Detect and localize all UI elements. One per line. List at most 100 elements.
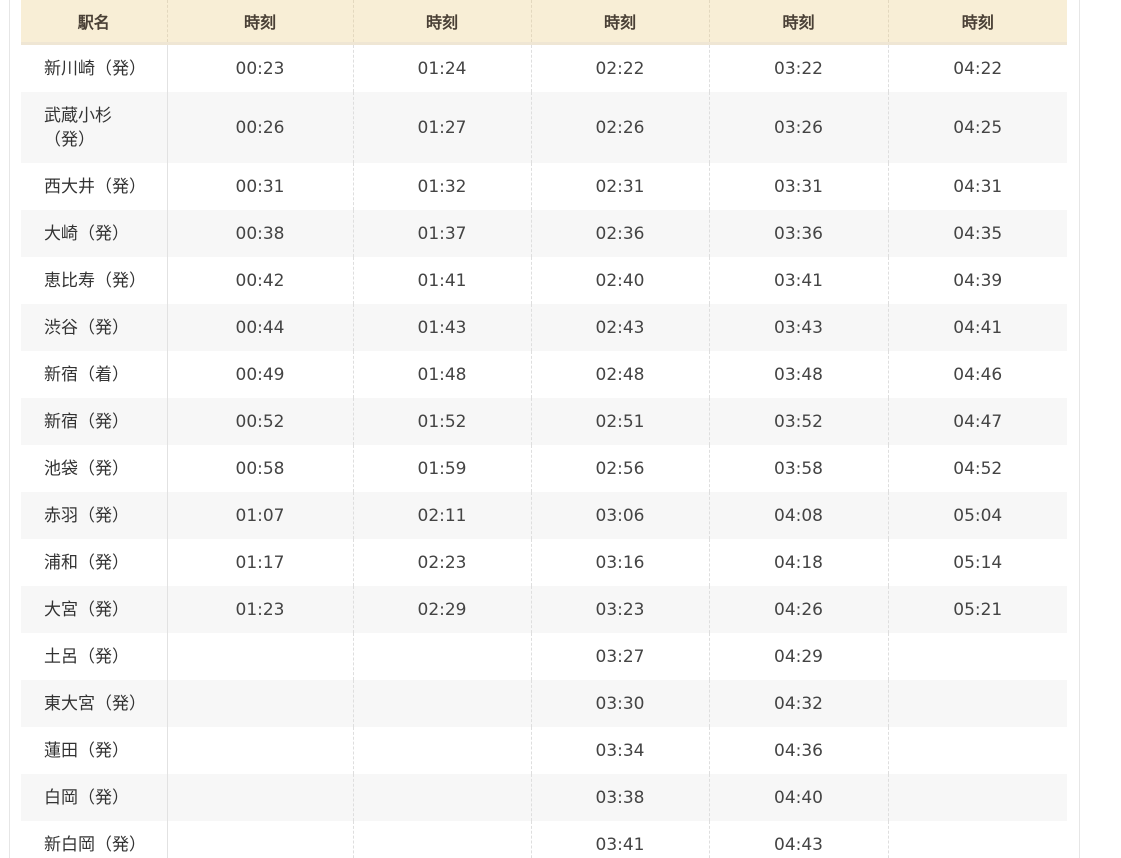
- time-cell: [887, 633, 1067, 680]
- time-cell: 04:26: [708, 586, 888, 633]
- table-row: 土呂（発） 03:27 04:29: [21, 633, 1067, 680]
- time-cell: 02:43: [530, 304, 709, 351]
- time-cell: 04:25: [887, 92, 1067, 163]
- table-row: 池袋（発） 00:58 01:59 02:56 03:58 04:52: [21, 445, 1067, 492]
- time-cell: 05:21: [887, 586, 1067, 633]
- time-cell: 03:43: [708, 304, 888, 351]
- time-cell: 04:32: [708, 680, 888, 727]
- time-cell: 04:47: [887, 398, 1067, 445]
- time-cell: 04:41: [887, 304, 1067, 351]
- time-cell: [352, 727, 531, 774]
- station-name: 東大宮（発）: [21, 680, 168, 727]
- header-row: 駅名 時刻 時刻 時刻 時刻 時刻: [21, 0, 1067, 45]
- station-name: 渋谷（発）: [21, 304, 168, 351]
- time-cell: 03:16: [530, 539, 709, 586]
- table-row: 渋谷（発） 00:44 01:43 02:43 03:43 04:41: [21, 304, 1067, 351]
- time-cell: 03:48: [708, 351, 888, 398]
- content-border-left: [9, 0, 10, 858]
- time-cell: 02:29: [352, 586, 531, 633]
- station-name: 池袋（発）: [21, 445, 168, 492]
- time-cell: 04:39: [887, 257, 1067, 304]
- time-cell: 04:31: [887, 163, 1067, 210]
- time-cell: 04:08: [708, 492, 888, 539]
- time-cell: 04:35: [887, 210, 1067, 257]
- time-cell: 03:36: [708, 210, 888, 257]
- time-cell: 03:27: [530, 633, 709, 680]
- time-cell: 04:43: [708, 821, 888, 858]
- table-row: 蓮田（発） 03:34 04:36: [21, 727, 1067, 774]
- time-cell: 00:26: [167, 92, 353, 163]
- time-cell: 02:11: [352, 492, 531, 539]
- station-name: 浦和（発）: [21, 539, 168, 586]
- time-cell: 04:52: [887, 445, 1067, 492]
- timetable-body: 新川崎（発） 00:23 01:24 02:22 03:22 04:22 武蔵小杉（発） 00…: [21, 43, 1067, 858]
- timetable-page: 駅名 時刻 時刻 時刻 時刻 時刻 新川崎（発） 00:23 01:24 02:22 0…: [0, 0, 1121, 858]
- time-cell: 03:23: [530, 586, 709, 633]
- time-cell: [352, 680, 531, 727]
- time-cell: [352, 633, 531, 680]
- time-cell: 02:56: [530, 445, 709, 492]
- time-cell: [887, 727, 1067, 774]
- time-cell: 01:48: [352, 351, 531, 398]
- station-name: 大宮（発）: [21, 586, 168, 633]
- time-cell: [352, 774, 531, 821]
- header-time-2: 時刻: [352, 0, 531, 45]
- table-row: 赤羽（発） 01:07 02:11 03:06 04:08 05:04: [21, 492, 1067, 539]
- time-cell: 00:31: [235, 176, 285, 197]
- table-row: 新宿（着） 00:49 01:48 02:48 03:48 04:46: [21, 351, 1067, 398]
- time-cell: 02:36: [530, 210, 709, 257]
- time-cell: [887, 680, 1067, 727]
- time-cell: 04:40: [708, 774, 888, 821]
- time-cell: [887, 821, 1067, 858]
- time-cell: 00:23: [235, 58, 285, 79]
- timetable: 駅名 時刻 時刻 時刻 時刻 時刻 新川崎（発） 00:23 01:24 02:22 0…: [21, 0, 1067, 858]
- time-cell: 02:22: [530, 43, 709, 92]
- time-cell: [352, 821, 531, 858]
- time-cell: 02:48: [530, 351, 709, 398]
- station-name: 白岡（発）: [21, 774, 168, 821]
- time-cell: 05:04: [887, 492, 1067, 539]
- time-cell: 03:58: [708, 445, 888, 492]
- time-cell: 03:38: [530, 774, 709, 821]
- table-row: 白岡（発） 03:38 04:40: [21, 774, 1067, 821]
- table-row: 西大井（発） 00:31 01:32 02:31 03:31 04:31: [21, 163, 1067, 210]
- time-cell: 00:44: [167, 304, 353, 351]
- time-cell: 01:43: [352, 304, 531, 351]
- time-cell: 04:22: [887, 43, 1067, 92]
- content-border-right: [1079, 0, 1080, 858]
- table-row: 大宮（発） 01:23 02:29 03:23 04:26 05:21: [21, 586, 1067, 633]
- station-name: 赤羽（発）: [21, 492, 168, 539]
- time-cell: [167, 774, 353, 821]
- station-name: 新宿（着）: [21, 351, 168, 398]
- station-name: 新白岡（発）: [21, 821, 168, 858]
- time-cell: 04:29: [708, 633, 888, 680]
- time-cell: 04:36: [708, 727, 888, 774]
- time-cell: [167, 680, 353, 727]
- time-cell: 00:58: [235, 458, 285, 479]
- station-name: 新川崎（発）: [21, 43, 168, 92]
- station-name: 武蔵小杉（発）: [21, 92, 168, 163]
- table-row: 新宿（発） 00:52 01:52 02:51 03:52 04:47: [21, 398, 1067, 445]
- time-cell: 01:59: [352, 445, 531, 492]
- station-name: 蓮田（発）: [21, 727, 168, 774]
- time-cell: 03:26: [708, 92, 888, 163]
- table-row: 大崎（発） 00:38 01:37 02:36 03:36 04:35: [21, 210, 1067, 257]
- time-cell: [167, 821, 353, 858]
- time-cell: 03:41: [708, 257, 888, 304]
- time-cell: 01:23: [167, 586, 353, 633]
- header-time-4: 時刻: [708, 0, 888, 45]
- time-cell: 03:41: [530, 821, 709, 858]
- header-time-3: 時刻: [530, 0, 709, 45]
- time-cell: 04:46: [887, 351, 1067, 398]
- time-cell: 01:37: [352, 210, 531, 257]
- time-cell: 02:26: [530, 92, 709, 163]
- table-row: 新白岡（発） 03:41 04:43: [21, 821, 1067, 858]
- time-cell: 00:49: [235, 364, 285, 385]
- time-cell: 01:17: [235, 552, 285, 573]
- station-name: 土呂（発）: [21, 633, 168, 680]
- time-cell: 03:06: [530, 492, 709, 539]
- table-row: 武蔵小杉（発） 00:26 01:27 02:26 03:26 04:25: [21, 92, 1067, 163]
- station-name: 西大井（発）: [21, 163, 168, 210]
- time-cell: 02:51: [530, 398, 709, 445]
- time-cell: [167, 727, 353, 774]
